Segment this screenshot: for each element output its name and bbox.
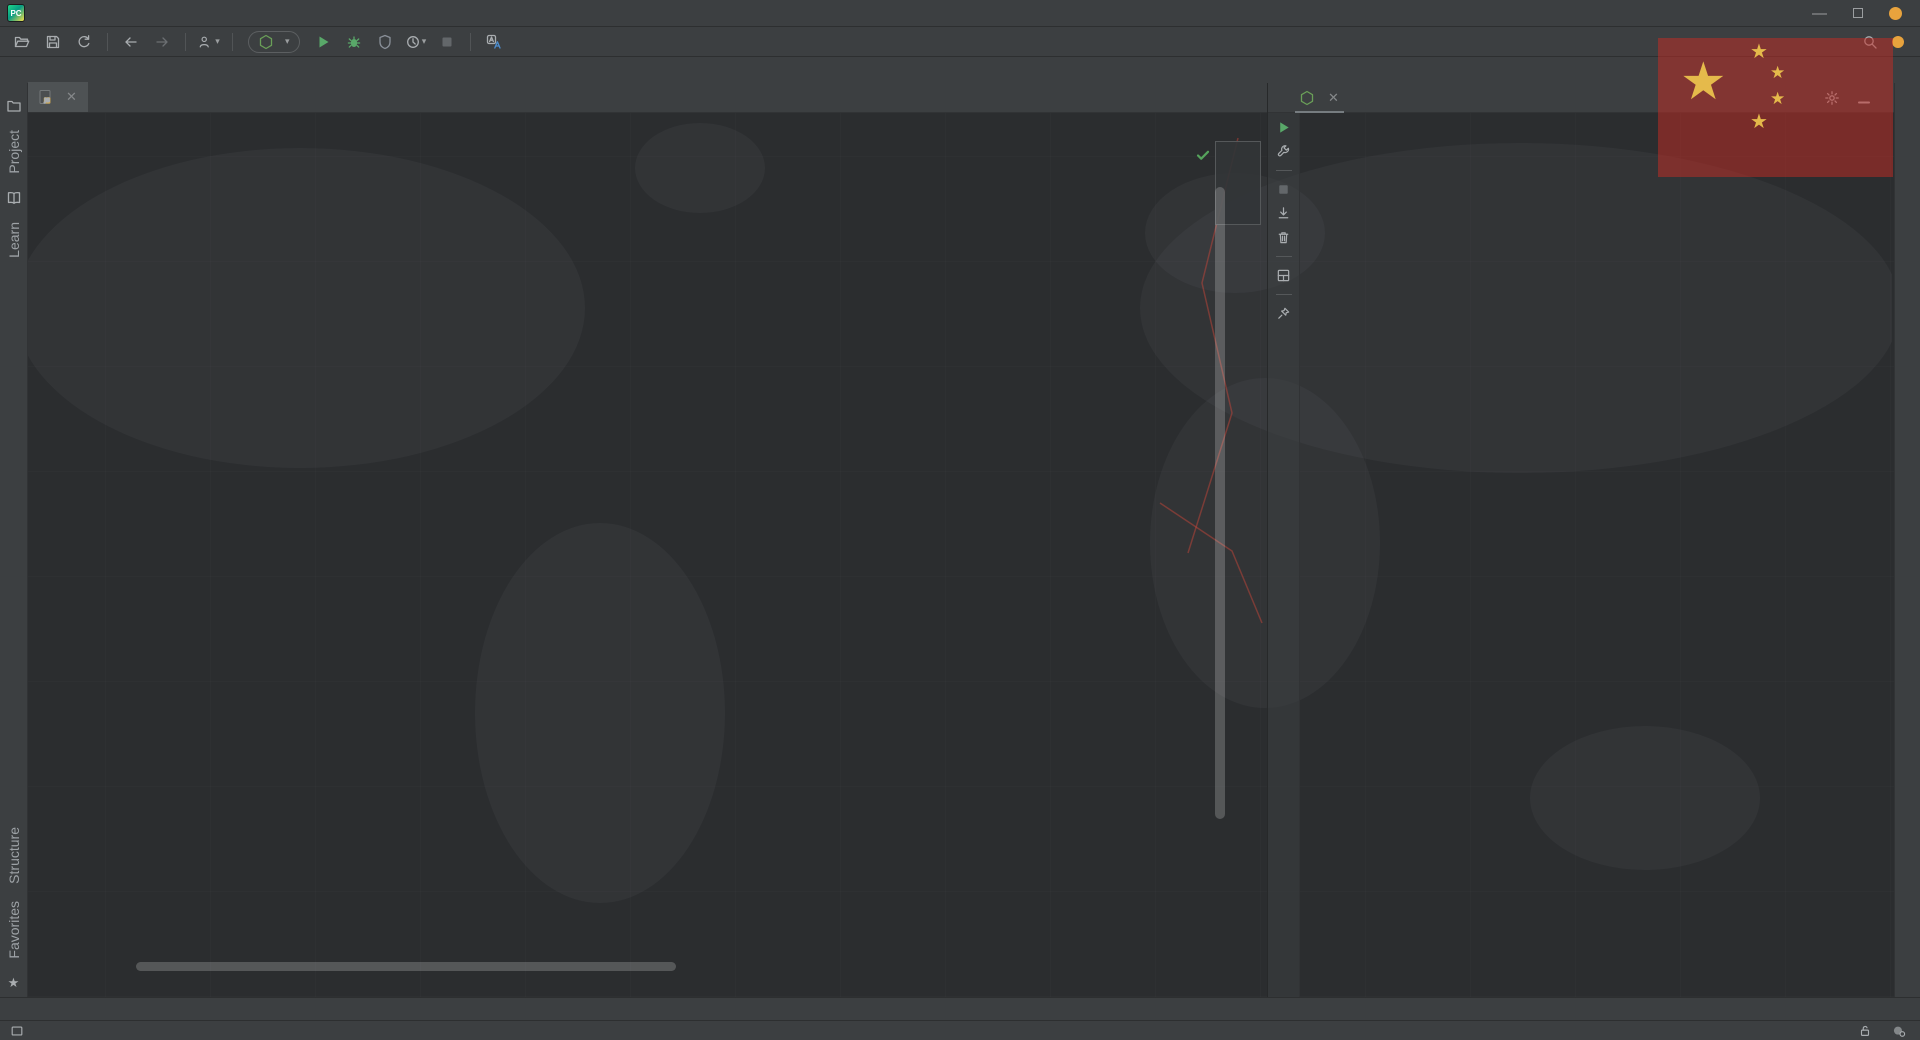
run-toolbar [1268, 113, 1300, 997]
horizontal-scrollbar[interactable] [136, 962, 676, 971]
main-area: Project Learn Structure Favorites ★ JS ✕ [0, 82, 1920, 997]
debug-icon[interactable] [342, 31, 366, 53]
minimize-button[interactable]: — [1812, 5, 1827, 22]
lock-icon[interactable] [1858, 1024, 1872, 1038]
run-tool-window: ✕ [1268, 83, 1894, 997]
svg-text:JS: JS [43, 98, 50, 104]
vertical-scrollbar[interactable] [1215, 187, 1225, 819]
open-icon[interactable] [10, 31, 34, 53]
tool-button-project[interactable]: Project [6, 130, 22, 174]
ide-window: PC — ▾ ▾ ▾ Project Learn Structure Favor… [0, 0, 1920, 1040]
back-icon[interactable] [119, 31, 143, 53]
book-icon [6, 190, 22, 206]
scroll-to-end-icon[interactable] [1276, 206, 1291, 221]
maximize-button[interactable] [1853, 8, 1863, 18]
screen-icon[interactable] [10, 1024, 24, 1038]
save-icon[interactable] [41, 31, 65, 53]
coverage-icon[interactable] [373, 31, 397, 53]
forward-icon[interactable] [150, 31, 174, 53]
stop-icon[interactable] [1276, 182, 1291, 197]
vcs-user-icon[interactable]: ▾ [197, 31, 221, 53]
stop-icon[interactable] [435, 31, 459, 53]
folder-icon [6, 98, 22, 114]
sync-icon[interactable] [72, 31, 96, 53]
tool-button-learn[interactable]: Learn [6, 222, 22, 258]
tool-window-bar [0, 997, 1920, 1020]
close-button[interactable] [1889, 6, 1902, 20]
gear-icon[interactable] [1824, 90, 1840, 106]
pycharm-logo-icon: PC [7, 4, 25, 22]
star-icon[interactable]: ★ [8, 975, 20, 991]
search-icon[interactable] [1862, 34, 1878, 50]
translate-icon[interactable] [482, 31, 506, 53]
layout-icon[interactable] [1276, 268, 1291, 283]
notifications-gear-icon[interactable] [1892, 1024, 1906, 1038]
profiler-icon[interactable]: ▾ [404, 31, 428, 53]
run-console-output [1300, 113, 1894, 997]
editor-zone: JS ✕ [28, 82, 1268, 997]
main-toolbar: ▾ ▾ ▾ [0, 27, 1920, 57]
editor-tab-astjs[interactable]: JS ✕ [28, 82, 88, 112]
right-tool-strip [1894, 83, 1920, 997]
nodejs-icon [258, 34, 274, 50]
run-configuration-select[interactable]: ▾ [248, 30, 300, 53]
run-header-actions [1824, 90, 1894, 106]
editor-tab-bar: JS ✕ [28, 82, 1267, 113]
tab-close-icon[interactable]: ✕ [65, 89, 78, 105]
run-header: ✕ [1268, 83, 1894, 113]
title-bar: PC — [0, 0, 1920, 27]
breadcrumb [0, 57, 1920, 83]
run-tab-close-icon[interactable]: ✕ [1327, 90, 1340, 106]
pin-icon[interactable] [1276, 306, 1291, 321]
run-tab-astjs[interactable]: ✕ [1295, 83, 1344, 113]
status-bar [0, 1020, 1920, 1040]
wrench-icon[interactable] [1276, 144, 1291, 159]
left-tool-strip: Project Learn Structure Favorites ★ [0, 83, 28, 997]
rerun-icon[interactable] [1276, 120, 1291, 135]
hide-icon[interactable] [1856, 90, 1872, 106]
code-editor[interactable] [28, 113, 1267, 997]
status-widgets [1838, 1024, 1906, 1038]
update-indicator-icon[interactable] [1892, 35, 1904, 48]
inspections-ok-icon[interactable] [1195, 147, 1211, 163]
nodejs-icon [1299, 90, 1315, 106]
run-body [1268, 113, 1894, 997]
tool-button-favorites[interactable]: Favorites [6, 901, 22, 959]
tool-button-structure[interactable]: Structure [6, 827, 22, 884]
clear-all-icon[interactable] [1276, 230, 1291, 245]
toolbar-right [1862, 34, 1920, 50]
js-file-icon: JS [37, 89, 53, 105]
run-icon[interactable] [311, 31, 335, 53]
window-controls: — [1812, 5, 1920, 22]
